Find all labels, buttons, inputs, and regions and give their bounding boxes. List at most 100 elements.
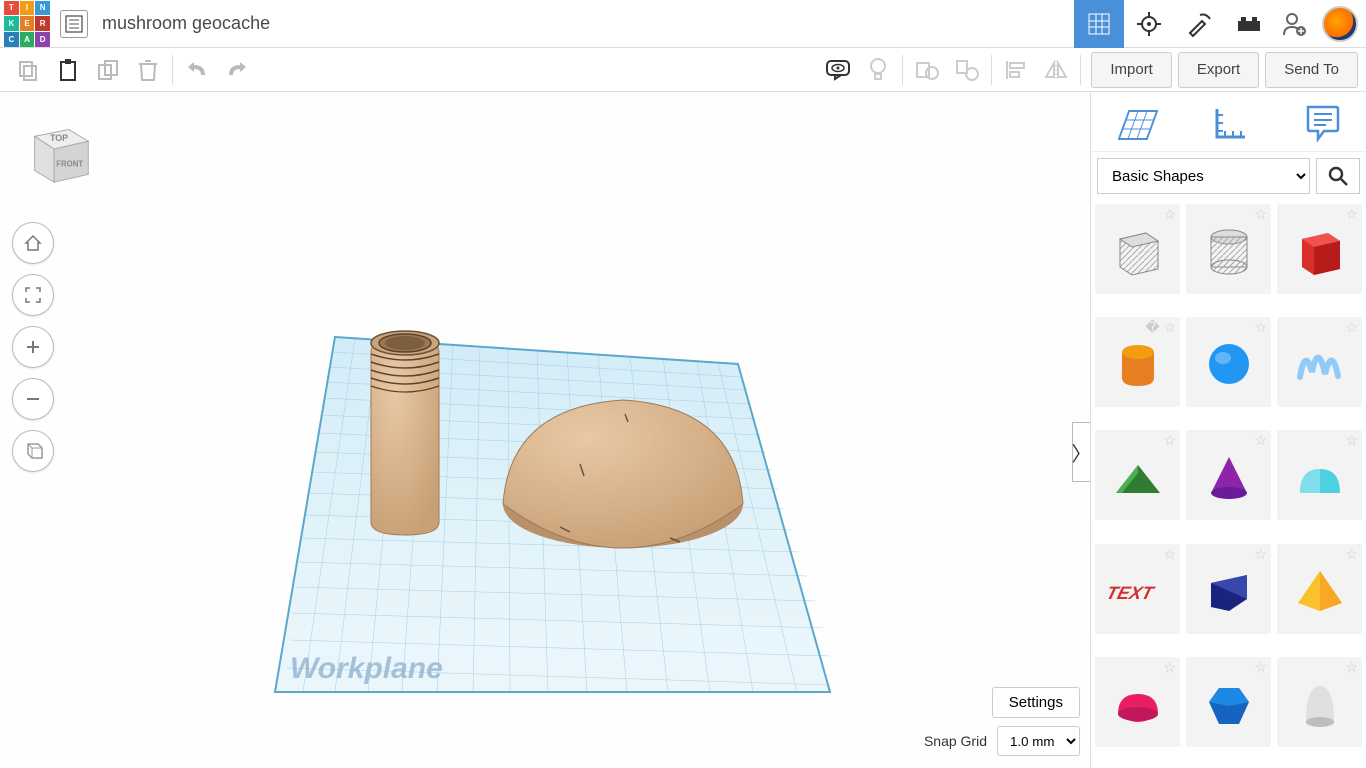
favorite-icon[interactable]: ☆: [1345, 206, 1358, 223]
export-button[interactable]: Export: [1178, 52, 1259, 88]
shape-wedge[interactable]: ☆: [1186, 544, 1271, 634]
grid-icon: [1087, 12, 1111, 36]
zoom-out-button[interactable]: [12, 378, 54, 420]
shape-text[interactable]: ☆ TEXT: [1095, 544, 1180, 634]
app-tab-bricks[interactable]: [1224, 0, 1274, 48]
trash-icon: [137, 58, 159, 82]
favorite-icon[interactable]: ☆: [1163, 206, 1176, 223]
eye-speech-icon: [825, 59, 851, 81]
shape-cone[interactable]: ☆: [1186, 430, 1271, 520]
delete-button[interactable]: [128, 52, 168, 88]
undo-icon: [186, 61, 208, 79]
favorite-icon[interactable]: ☆: [1345, 319, 1358, 336]
shape-roof[interactable]: ☆: [1095, 430, 1180, 520]
user-avatar[interactable]: [1322, 6, 1358, 42]
shape-category-select[interactable]: Basic Shapes: [1097, 158, 1310, 194]
note-icon: [1304, 103, 1340, 143]
list-icon: [65, 15, 83, 33]
workplane-tool[interactable]: [1118, 103, 1158, 146]
ungroup-icon: [955, 59, 979, 81]
invite-user-button[interactable]: [1274, 11, 1314, 37]
mirror-button[interactable]: [1036, 52, 1076, 88]
grid-settings-button[interactable]: Settings: [992, 687, 1080, 718]
copy-button[interactable]: [8, 52, 48, 88]
pickaxe-icon: [1186, 11, 1212, 37]
canvas[interactable]: Workplane TOP FRONT 〉 Settings Snap Grid…: [0, 92, 1090, 768]
show-all-button[interactable]: [858, 52, 898, 88]
brick-icon: [1236, 15, 1262, 33]
redo-button[interactable]: [217, 52, 257, 88]
svg-text:TEXT: TEXT: [1108, 582, 1158, 603]
shape-sphere[interactable]: ☆: [1186, 317, 1271, 407]
header-right: [1074, 0, 1366, 47]
favorite-icon[interactable]: ☆: [1254, 319, 1267, 336]
shape-cylinder-hole[interactable]: ☆: [1186, 204, 1271, 294]
search-icon: [1327, 165, 1349, 187]
shape-box[interactable]: ☆: [1277, 204, 1362, 294]
workplane-icon: [1118, 103, 1158, 143]
canvas-footer: Settings Snap Grid 1.0 mm: [924, 687, 1080, 756]
favorite-icon[interactable]: ☆: [1254, 546, 1267, 563]
shape-polygon[interactable]: ☆: [1186, 657, 1271, 747]
snapgrid-select[interactable]: 1.0 mm: [997, 726, 1080, 756]
snapgrid-label: Snap Grid: [924, 733, 987, 749]
shape-paraboloid[interactable]: ☆: [1277, 657, 1362, 747]
group-icon: [915, 59, 939, 81]
app-tab-circuits[interactable]: [1124, 0, 1174, 48]
visibility-button[interactable]: [818, 52, 858, 88]
home-view-button[interactable]: [12, 222, 54, 264]
edit-toolbar: Import Export Send To: [0, 48, 1366, 92]
group-button[interactable]: [907, 52, 947, 88]
shape-box-hole[interactable]: ☆: [1095, 204, 1180, 294]
align-icon: [1005, 59, 1027, 81]
favorite-icon[interactable]: ☆: [1163, 659, 1176, 676]
shape-scribble[interactable]: ☆: [1277, 317, 1362, 407]
favorite-icon[interactable]: ☆: [1254, 432, 1267, 449]
favorite-icon[interactable]: ☆: [1345, 546, 1358, 563]
cube-outline-icon: [22, 440, 44, 462]
copy-icon: [17, 59, 39, 81]
sendto-button[interactable]: Send To: [1265, 52, 1358, 88]
nav-controls: [12, 222, 54, 472]
redo-icon: [226, 61, 248, 79]
viewcube-top: TOP: [50, 133, 68, 143]
fit-view-button[interactable]: [12, 274, 54, 316]
favorite-icon[interactable]: ☆: [1345, 659, 1358, 676]
shape-half-sphere[interactable]: ☆: [1095, 657, 1180, 747]
paste-icon: [57, 58, 79, 82]
bulb-icon: [867, 57, 889, 83]
design-list-button[interactable]: [60, 10, 88, 38]
favorite-icon[interactable]: ☆: [1254, 206, 1267, 223]
tinkercad-logo[interactable]: TIN KER CAD: [4, 1, 50, 47]
ungroup-button[interactable]: [947, 52, 987, 88]
app-tab-3d[interactable]: [1074, 0, 1124, 48]
favorite-icon[interactable]: ☆: [1345, 432, 1358, 449]
undo-button[interactable]: [177, 52, 217, 88]
shape-round-roof[interactable]: ☆: [1277, 430, 1362, 520]
favorite-icon[interactable]: ☆: [1163, 432, 1176, 449]
paste-button[interactable]: [48, 52, 88, 88]
project-title[interactable]: mushroom geocache: [98, 13, 1074, 34]
viewcube-front: FRONT: [56, 160, 83, 169]
notes-tool[interactable]: [1304, 103, 1340, 146]
shape-pyramid[interactable]: ☆: [1277, 544, 1362, 634]
shapes-panel: Basic Shapes ☆ ☆ ☆ � ☆ ☆ ☆ ☆ ☆ ☆ ☆ TEXT ☆…: [1090, 92, 1366, 768]
favorite-icon[interactable]: ☆: [1254, 659, 1267, 676]
collapse-panel-button[interactable]: 〉: [1072, 422, 1090, 482]
ruler-tool[interactable]: [1211, 103, 1251, 146]
minus-icon: [23, 389, 43, 409]
shape-search-button[interactable]: [1316, 158, 1360, 194]
ortho-button[interactable]: [12, 430, 54, 472]
duplicate-icon: [97, 59, 119, 81]
shape-cylinder[interactable]: � ☆: [1095, 317, 1180, 407]
favorite-icon[interactable]: ☆: [1163, 546, 1176, 563]
app-tab-codeblocks[interactable]: [1174, 0, 1224, 48]
import-button[interactable]: Import: [1091, 52, 1172, 88]
zoom-in-button[interactable]: [12, 326, 54, 368]
viewcube[interactable]: TOP FRONT: [20, 112, 98, 190]
app-header: TIN KER CAD mushroom geocache: [0, 0, 1366, 48]
shape-grid: ☆ ☆ ☆ � ☆ ☆ ☆ ☆ ☆ ☆ ☆ TEXT ☆ ☆ ☆ ☆ ☆: [1091, 200, 1366, 768]
duplicate-button[interactable]: [88, 52, 128, 88]
align-button[interactable]: [996, 52, 1036, 88]
workplane-grid: [0, 92, 1090, 768]
